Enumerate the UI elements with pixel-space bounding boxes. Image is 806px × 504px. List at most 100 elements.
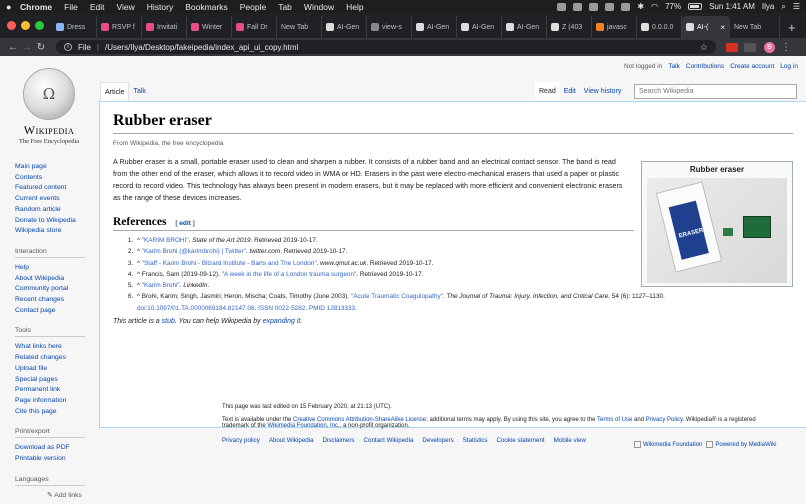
notification-center-icon[interactable]: ☰ <box>793 2 800 11</box>
browser-tab[interactable]: Z (403 <box>547 16 592 38</box>
personal-talk-link[interactable]: Talk <box>668 63 680 70</box>
doi-link[interactable]: doi:10.1097/01.TA.0000069184.82147.06 <box>137 305 255 312</box>
sidebar-item-contact[interactable]: Contact page <box>15 306 97 317</box>
wmf-link[interactable]: Wikimedia Foundation, Inc. <box>267 423 339 429</box>
minimize-window-button[interactable] <box>21 21 30 30</box>
sidebar-item-about[interactable]: About Wikipedia <box>15 274 97 285</box>
extension-icon[interactable] <box>744 42 756 52</box>
sidebar-item-permanent-link[interactable]: Permanent link <box>15 385 97 396</box>
sidebar-item-printable-version[interactable]: Printable version <box>15 454 97 465</box>
sidebar-item-featured-content[interactable]: Featured content <box>15 183 97 194</box>
browser-tab[interactable]: 0.0.0.0 <box>637 16 682 38</box>
log-in-link[interactable]: Log in <box>780 63 798 70</box>
sidebar-item-cite-page[interactable]: Cite this page <box>15 407 97 418</box>
back-arrow-icon[interactable]: ← <box>6 42 20 53</box>
stub-link[interactable]: stub <box>162 318 175 325</box>
sidebar-item-contents[interactable]: Contents <box>15 173 97 184</box>
sidebar-item-random-article[interactable]: Random article <box>15 205 97 216</box>
browser-tab[interactable]: AI-Gen <box>457 16 502 38</box>
infobox-image[interactable]: ERASER <box>647 178 787 283</box>
ref-link[interactable]: "Karim Brohi (@karimbrohi) | Twitter" <box>142 248 246 255</box>
menu-edit[interactable]: Edit <box>90 2 105 12</box>
tab-edit[interactable]: Edit <box>560 82 580 100</box>
footer-privacy-link[interactable]: Privacy policy <box>222 437 260 444</box>
menu-tab[interactable]: Tab <box>278 2 292 12</box>
section-edit-link[interactable]: edit <box>179 220 191 227</box>
footer-disclaimers-link[interactable]: Disclaimers <box>323 437 355 444</box>
sidebar-item-help[interactable]: Help <box>15 263 97 274</box>
browser-tab[interactable]: RSVP f <box>97 16 142 38</box>
footer-contact-link[interactable]: Contact Wikipedia <box>364 437 414 444</box>
browser-tab[interactable]: AI-Gen <box>322 16 367 38</box>
sidebar-item-download-pdf[interactable]: Download as PDF <box>15 443 97 454</box>
wifi-icon[interactable]: ◠ <box>651 2 658 11</box>
clock[interactable]: Sun 1:41 AM <box>709 2 755 11</box>
sidebar-item-store[interactable]: Wikipedia store <box>15 226 97 237</box>
menu-window[interactable]: Window <box>304 2 334 12</box>
forward-arrow-icon[interactable]: → <box>20 42 34 53</box>
sidebar-item-recent-changes[interactable]: Recent changes <box>15 295 97 306</box>
user-name[interactable]: Ilya <box>762 2 774 11</box>
profile-avatar[interactable]: B <box>764 41 775 53</box>
sidebar-item-page-information[interactable]: Page information <box>15 396 97 407</box>
browser-tab[interactable]: Dress <box>52 16 97 38</box>
browser-tab[interactable]: javasc <box>592 16 637 38</box>
close-window-button[interactable] <box>7 21 16 30</box>
omnibox[interactable]: i File | /Users/Ilya/Desktop/fakeipedia/… <box>56 40 716 54</box>
status-app-icon[interactable] <box>557 2 567 11</box>
contributions-link[interactable]: Contributions <box>686 63 724 70</box>
menu-bookmarks[interactable]: Bookmarks <box>185 2 228 12</box>
menu-people[interactable]: People <box>240 2 266 12</box>
reload-icon[interactable]: ↻ <box>34 42 48 53</box>
tab-view-history[interactable]: View history <box>580 82 626 100</box>
new-tab-button[interactable]: + <box>788 20 796 35</box>
status-app-icon[interactable] <box>621 2 631 11</box>
privacy-policy-link[interactable]: Privacy Policy <box>646 417 683 423</box>
sidebar-item-upload-file[interactable]: Upload file <box>15 364 97 375</box>
spotlight-icon[interactable]: ⌕ <box>781 2 785 12</box>
bookmark-star-icon[interactable]: ☆ <box>700 42 708 53</box>
status-app-icon[interactable] <box>605 2 615 11</box>
menu-file[interactable]: File <box>64 2 78 12</box>
sidebar-item-donate[interactable]: Donate to Wikipedia <box>15 216 97 227</box>
tab-article[interactable]: Article <box>100 82 130 101</box>
sidebar-item-related-changes[interactable]: Related changes <box>15 353 97 364</box>
footer-cookie-link[interactable]: Cookie statement <box>496 437 544 444</box>
status-app-icon[interactable] <box>589 2 599 11</box>
menu-history[interactable]: History <box>147 2 173 12</box>
wikimedia-badge[interactable]: Wikimedia Foundation <box>634 441 702 448</box>
browser-tab[interactable]: AI-Gen <box>502 16 547 38</box>
chrome-menu-icon[interactable]: ⋮ <box>781 42 791 53</box>
sidebar-item-community-portal[interactable]: Community portal <box>15 284 97 295</box>
footer-developers-link[interactable]: Developers <box>422 437 453 444</box>
browser-tab[interactable]: AI-Gen <box>412 16 457 38</box>
ref-link[interactable]: "Karim Brohi" <box>142 282 180 289</box>
footer-statistics-link[interactable]: Statistics <box>463 437 488 444</box>
status-app-icon[interactable] <box>573 2 583 11</box>
browser-tab[interactable]: New Tab <box>730 16 780 38</box>
footer-mobile-view-link[interactable]: Mobile view <box>554 437 586 444</box>
footer-about-link[interactable]: About Wikipedia <box>269 437 314 444</box>
tab-talk[interactable]: Talk <box>129 82 149 101</box>
menu-view[interactable]: View <box>116 2 134 12</box>
ref-link[interactable]: "Acute Traumatic Coagulopathy" <box>351 293 443 300</box>
extension-icon[interactable] <box>726 42 738 52</box>
mediawiki-badge[interactable]: Powered by MediaWiki <box>706 441 776 448</box>
ref-link[interactable]: "Staff - Karim Brohi - Blizard Institute… <box>142 260 317 267</box>
menu-app-name[interactable]: Chrome <box>20 2 52 12</box>
menu-help[interactable]: Help <box>346 2 363 12</box>
close-tab-icon[interactable]: × <box>720 23 725 32</box>
browser-tab-active[interactable]: AI-(× <box>682 16 730 38</box>
sidebar-item-current-events[interactable]: Current events <box>15 194 97 205</box>
tab-read[interactable]: Read <box>535 82 560 100</box>
browser-tab[interactable]: Winter <box>187 16 232 38</box>
search-input[interactable]: Search Wikipedia <box>634 84 797 99</box>
zoom-window-button[interactable] <box>35 21 44 30</box>
sidebar-item-special-pages[interactable]: Special pages <box>15 375 97 386</box>
terms-link[interactable]: Terms of Use <box>597 417 632 423</box>
ref-link[interactable]: "A week in the life of a London trauma s… <box>222 271 357 278</box>
browser-tab[interactable]: New Tab <box>277 16 322 38</box>
browser-tab[interactable]: view-s <box>367 16 412 38</box>
browser-tab[interactable]: Invitati <box>142 16 187 38</box>
pmid-link[interactable]: PMID 12813333 <box>309 305 355 312</box>
